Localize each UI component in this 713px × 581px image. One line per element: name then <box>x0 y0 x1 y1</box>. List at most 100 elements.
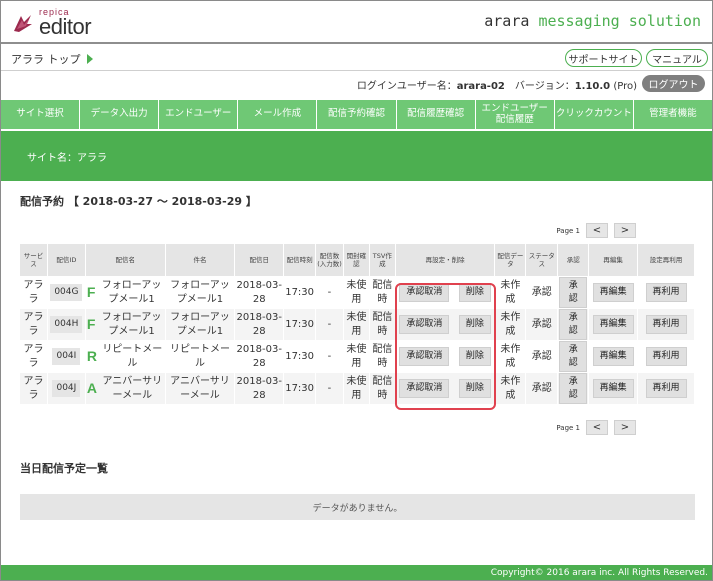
nav-admin[interactable]: 管理者機能 <box>634 100 712 129</box>
cell-id: 004I <box>52 348 81 365</box>
cell-status: 承認 <box>525 372 559 405</box>
nav-click-count[interactable]: クリックカウント <box>555 100 634 129</box>
cell-subject: アニバーサリーメール <box>164 372 236 405</box>
highlight-box <box>395 283 496 410</box>
cell-time: 17:30 <box>283 308 317 341</box>
cell-name[interactable]: フォローアップメール1 <box>99 279 163 306</box>
table-row: アララ 004H F フォローアップメール1 フォローアップメール1 2018-0… <box>19 308 695 341</box>
prev-page-button[interactable]: < <box>586 223 608 238</box>
table-row: アララ 004I R リピートメール リピートメール 2018-03-28 17:… <box>19 340 695 373</box>
col-name: 配信名 <box>84 243 166 277</box>
re-edit-button[interactable]: 再編集 <box>592 315 634 334</box>
site-name-bar: サイト名：アララ <box>1 131 712 181</box>
nav-data-io[interactable]: データ入出力 <box>80 100 160 129</box>
cell-count: - <box>315 276 344 309</box>
cell-name[interactable]: フォローアップメール1 <box>99 311 163 338</box>
cell-open: 未使用 <box>342 276 370 309</box>
no-data-message: データがありません。 <box>20 494 695 520</box>
cell-name[interactable]: リピートメール <box>101 343 164 370</box>
nav-site-select[interactable]: サイト選択 <box>1 100 81 129</box>
cell-status: 承認 <box>525 340 559 373</box>
re-edit-button[interactable]: 再編集 <box>592 347 634 366</box>
prev-page-button[interactable]: < <box>586 420 608 435</box>
col-subject: 件名 <box>164 243 236 277</box>
login-user-prefix: ログインユーザー名： <box>356 81 457 92</box>
cell-id: 004J <box>52 380 81 397</box>
nav-history-check[interactable]: 配信履歴確認 <box>397 100 476 129</box>
page-label: Page 1 <box>556 226 580 235</box>
breadcrumb-home[interactable]: アララ トップ <box>11 51 81 67</box>
logo[interactable]: repica editor <box>11 8 92 39</box>
breadcrumb-arrow-icon <box>86 54 93 64</box>
cell-open: 未使用 <box>342 340 370 373</box>
reservation-table: サービス 配信ID 配信名 件名 配信日 配信時刻 配信数 (入力数) 開封確認… <box>19 243 695 405</box>
nav-end-user-history[interactable]: エンドユーザー 配信履歴 <box>476 100 555 129</box>
table-header-row: サービス 配信ID 配信名 件名 配信日 配信時刻 配信数 (入力数) 開封確認… <box>19 243 695 277</box>
logo-main-text: editor <box>39 14 92 39</box>
nav-end-user[interactable]: エンドユーザー <box>159 100 239 129</box>
cell-count: - <box>315 340 344 373</box>
cell-tsv: 配信時 <box>368 340 396 373</box>
re-edit-button[interactable]: 再編集 <box>592 283 634 302</box>
reuse-button[interactable]: 再利用 <box>645 347 687 366</box>
col-approve: 承認 <box>557 243 590 277</box>
col-reset-delete: 再設定・削除 <box>394 243 496 277</box>
reuse-button[interactable]: 再利用 <box>645 379 687 398</box>
nav-mail-create[interactable]: メール作成 <box>238 100 318 129</box>
cell-count: - <box>315 308 344 341</box>
reuse-button[interactable]: 再利用 <box>645 315 687 334</box>
cell-date: 2018-03-28 <box>234 308 285 341</box>
cell-tsv: 配信時 <box>368 308 396 341</box>
pager-top: Page 1 < > <box>556 223 636 238</box>
approve-button[interactable]: 承認 <box>559 309 588 340</box>
table-row: アララ 004G F フォローアップメール1 フォローアップメール1 2018-0… <box>19 276 695 309</box>
next-page-button[interactable]: > <box>614 420 636 435</box>
cell-service: アララ <box>19 276 48 309</box>
logout-button[interactable]: ログアウト <box>642 75 705 92</box>
re-edit-button[interactable]: 再編集 <box>592 379 634 398</box>
cell-date: 2018-03-28 <box>234 340 285 373</box>
col-data: 配信データ <box>494 243 527 277</box>
col-id: 配信ID <box>46 243 86 277</box>
pager-bottom: Page 1 < > <box>556 420 636 435</box>
version-suffix: (Pro) <box>610 81 637 92</box>
approve-button[interactable]: 承認 <box>559 341 588 372</box>
approve-button[interactable]: 承認 <box>559 373 588 404</box>
mail-type-icon: A <box>86 380 98 397</box>
mail-type-icon: R <box>86 348 98 365</box>
cell-status: 承認 <box>525 276 559 309</box>
nav-reservation-check[interactable]: 配信予約確認 <box>317 100 397 129</box>
site-name: サイト名：アララ <box>27 152 107 164</box>
cell-date: 2018-03-28 <box>234 276 285 309</box>
cell-data: 未作成 <box>494 340 527 373</box>
cell-id: 004G <box>50 284 83 301</box>
cell-name[interactable]: アニバーサリーメール <box>101 375 164 402</box>
cell-open: 未使用 <box>342 372 370 405</box>
cell-count: - <box>315 372 344 405</box>
support-site-button[interactable]: サポートサイト <box>565 49 642 67</box>
manual-button[interactable]: マニュアル <box>646 49 708 67</box>
mail-type-icon: F <box>86 284 96 301</box>
breadcrumb[interactable]: アララ トップ <box>11 51 93 67</box>
cell-tsv: 配信時 <box>368 372 396 405</box>
col-status: ステータス <box>525 243 559 277</box>
header-divider <box>1 42 712 44</box>
footer: Copyright© 2016 arara inc. All Rights Re… <box>1 565 712 580</box>
col-time: 配信時刻 <box>283 243 317 277</box>
cell-tsv: 配信時 <box>368 276 396 309</box>
col-reuse: 設定再利用 <box>637 243 695 277</box>
next-page-button[interactable]: > <box>614 223 636 238</box>
reuse-button[interactable]: 再利用 <box>645 283 687 302</box>
cell-subject: フォローアップメール1 <box>164 308 236 341</box>
approve-button[interactable]: 承認 <box>559 277 588 308</box>
cell-data: 未作成 <box>494 372 527 405</box>
cell-status: 承認 <box>525 308 559 341</box>
cell-open: 未使用 <box>342 308 370 341</box>
login-user-info: ログインユーザー名：arara-02 バージョン：1.10.0 (Pro) <box>357 77 637 92</box>
brand-name: arara <box>484 12 530 30</box>
page-label: Page 1 <box>556 423 580 432</box>
subheader-divider <box>1 70 712 71</box>
login-user-name: arara-02 <box>456 81 505 92</box>
cell-service: アララ <box>19 308 48 341</box>
col-date: 配信日 <box>234 243 285 277</box>
